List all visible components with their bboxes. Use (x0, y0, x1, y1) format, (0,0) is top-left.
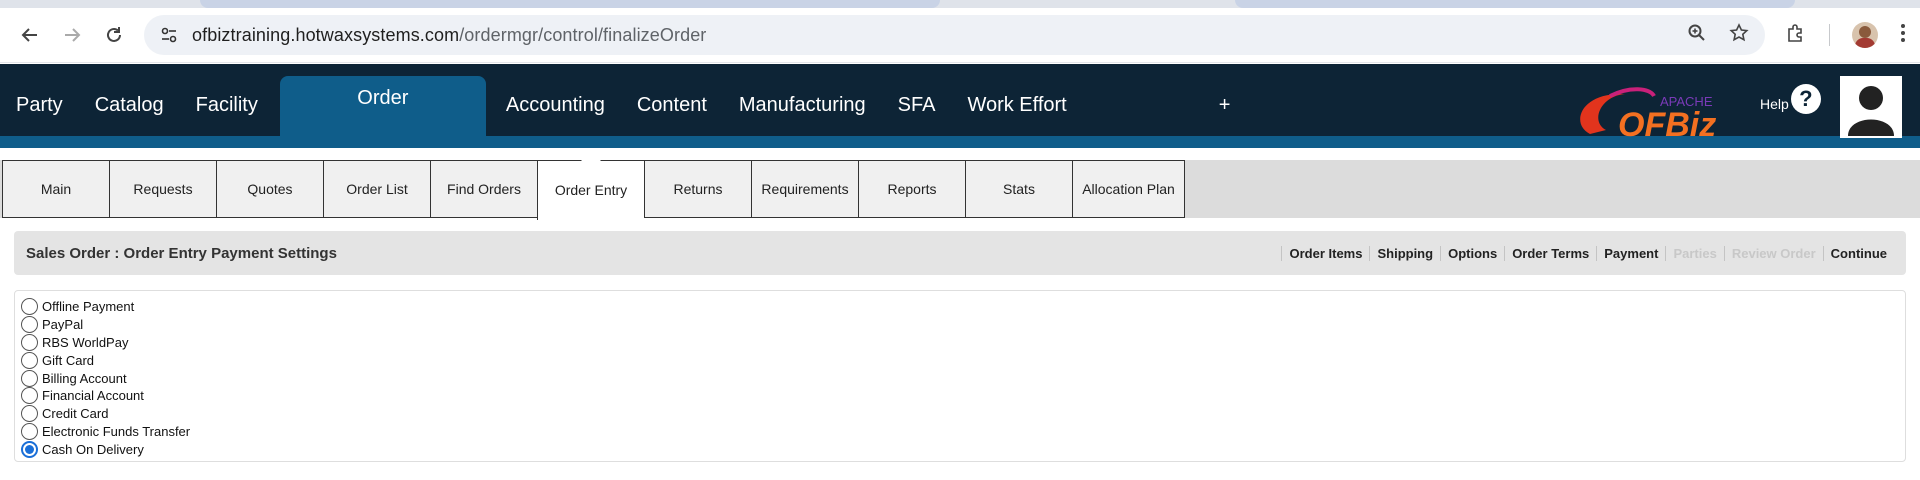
zoom-icon[interactable] (1687, 23, 1707, 48)
help-icon: ? (1790, 84, 1821, 114)
browser-tab[interactable] (200, 0, 940, 8)
tab-main[interactable]: Main (2, 160, 109, 218)
nav-content[interactable]: Content (621, 76, 723, 148)
payment-option-billing-account[interactable]: Billing Account (21, 369, 1899, 387)
back-icon[interactable] (14, 19, 46, 51)
profile-avatar-icon[interactable] (1852, 22, 1878, 48)
order-steps-nav: Order Items Shipping Options Order Terms… (1281, 245, 1894, 261)
reload-icon[interactable] (98, 19, 130, 51)
option-label: PayPal (42, 317, 84, 333)
tab-quotes[interactable]: Quotes (216, 160, 323, 218)
radio-cash-on-delivery[interactable] (21, 440, 38, 458)
site-settings-icon[interactable] (160, 26, 178, 44)
tab-returns[interactable]: Returns (644, 160, 751, 218)
payment-option-eft[interactable]: Electronic Funds Transfer (21, 422, 1899, 441)
payment-option-rbs-worldpay[interactable]: RBS WorldPay (21, 333, 1899, 352)
payment-option-credit-card[interactable]: Credit Card (21, 405, 1899, 423)
option-label: Electronic Funds Transfer (42, 423, 191, 439)
menu-kebab-icon[interactable] (1900, 23, 1906, 48)
page-title: Sales Order : Order Entry Payment Settin… (26, 244, 337, 262)
bookmark-star-icon[interactable] (1729, 22, 1749, 48)
tab-order-list[interactable]: Order List (323, 160, 430, 218)
app-header: Party Catalog Facility Order Accounting … (0, 64, 1920, 148)
step-payment[interactable]: Payment (1596, 245, 1665, 261)
extensions-icon[interactable] (1785, 22, 1807, 49)
nav-sfa[interactable]: SFA (882, 76, 952, 148)
tab-reports[interactable]: Reports (858, 160, 965, 218)
radio-billing-account[interactable] (21, 369, 38, 387)
url-text: ofbiztraining.hotwaxsystems.com/ordermgr… (192, 25, 706, 46)
browser-toolbar: ofbiztraining.hotwaxsystems.com/ordermgr… (0, 8, 1920, 63)
radio-paypal[interactable] (21, 316, 38, 334)
radio-eft[interactable] (21, 422, 38, 440)
url-host: ofbiztraining.hotwaxsystems.com (192, 24, 460, 45)
option-label: Billing Account (42, 370, 127, 386)
option-label: RBS WorldPay (42, 334, 129, 350)
nav-facility[interactable]: Facility (180, 76, 274, 148)
radio-offline-payment[interactable] (21, 298, 38, 316)
tab-find-orders[interactable]: Find Orders (430, 160, 537, 218)
nav-accounting[interactable]: Accounting (490, 76, 621, 148)
forward-icon[interactable] (56, 19, 88, 51)
browser-tab-strip (0, 0, 1920, 8)
radio-credit-card[interactable] (21, 405, 38, 423)
nav-catalog[interactable]: Catalog (79, 76, 180, 148)
help-link[interactable]: Help ? (1760, 84, 1821, 114)
payment-options-panel: Offline Payment PayPal RBS WorldPay Gift… (14, 290, 1906, 462)
option-label: Cash On Delivery (42, 441, 144, 457)
help-label: Help (1760, 96, 1789, 112)
nav-order[interactable]: Order (279, 76, 486, 148)
address-bar[interactable]: ofbiztraining.hotwaxsystems.com/ordermgr… (144, 15, 1765, 55)
payment-option-cod[interactable]: Cash On Delivery (21, 440, 1899, 458)
tab-requests[interactable]: Requests (109, 160, 216, 218)
ofbiz-logo[interactable]: APACHE OFBiz (1570, 84, 1740, 144)
step-review-order: Review Order (1723, 245, 1823, 261)
main-nav: Party Catalog Facility Order Accounting … (0, 64, 1246, 148)
nav-work-effort[interactable]: Work Effort (951, 76, 1082, 148)
tab-order-entry[interactable]: Order Entry (537, 151, 644, 220)
payment-option-gift-card[interactable]: Gift Card (21, 351, 1899, 369)
user-avatar[interactable] (1840, 76, 1902, 138)
screenlet-header: Sales Order : Order Entry Payment Settin… (14, 231, 1906, 275)
option-label: Gift Card (42, 352, 95, 368)
toolbar-divider (1829, 24, 1830, 46)
nav-party[interactable]: Party (0, 76, 79, 148)
url-path: /ordermgr/control/finalizeOrder (459, 24, 707, 45)
browser-tab[interactable] (1235, 0, 1795, 8)
option-label: Offline Payment (42, 299, 135, 315)
tab-allocation-plan[interactable]: Allocation Plan (1072, 160, 1185, 218)
tab-requirements[interactable]: Requirements (751, 160, 858, 218)
step-order-items[interactable]: Order Items (1281, 245, 1369, 261)
tab-stats[interactable]: Stats (965, 160, 1072, 218)
step-options[interactable]: Options (1440, 245, 1504, 261)
nav-manufacturing[interactable]: Manufacturing (723, 76, 882, 148)
step-parties: Parties (1665, 245, 1723, 261)
step-continue[interactable]: Continue (1822, 245, 1894, 261)
radio-financial-account[interactable] (21, 387, 38, 405)
logo-ofbiz-text: OFBiz (1618, 106, 1716, 144)
payment-option-financial-account[interactable]: Financial Account (21, 387, 1899, 405)
nav-add-button[interactable]: + (1203, 76, 1247, 148)
radio-gift-card[interactable] (21, 351, 38, 369)
payment-option-paypal[interactable]: PayPal (21, 316, 1899, 334)
option-label: Credit Card (42, 406, 109, 422)
radio-rbs-worldpay[interactable] (21, 333, 38, 351)
step-order-terms[interactable]: Order Terms (1504, 245, 1596, 261)
option-label: Financial Account (42, 388, 144, 404)
payment-option-offline[interactable]: Offline Payment (21, 298, 1899, 316)
step-shipping[interactable]: Shipping (1369, 245, 1440, 261)
sub-tab-bar: Main Requests Quotes Order List Find Ord… (2, 151, 1185, 220)
